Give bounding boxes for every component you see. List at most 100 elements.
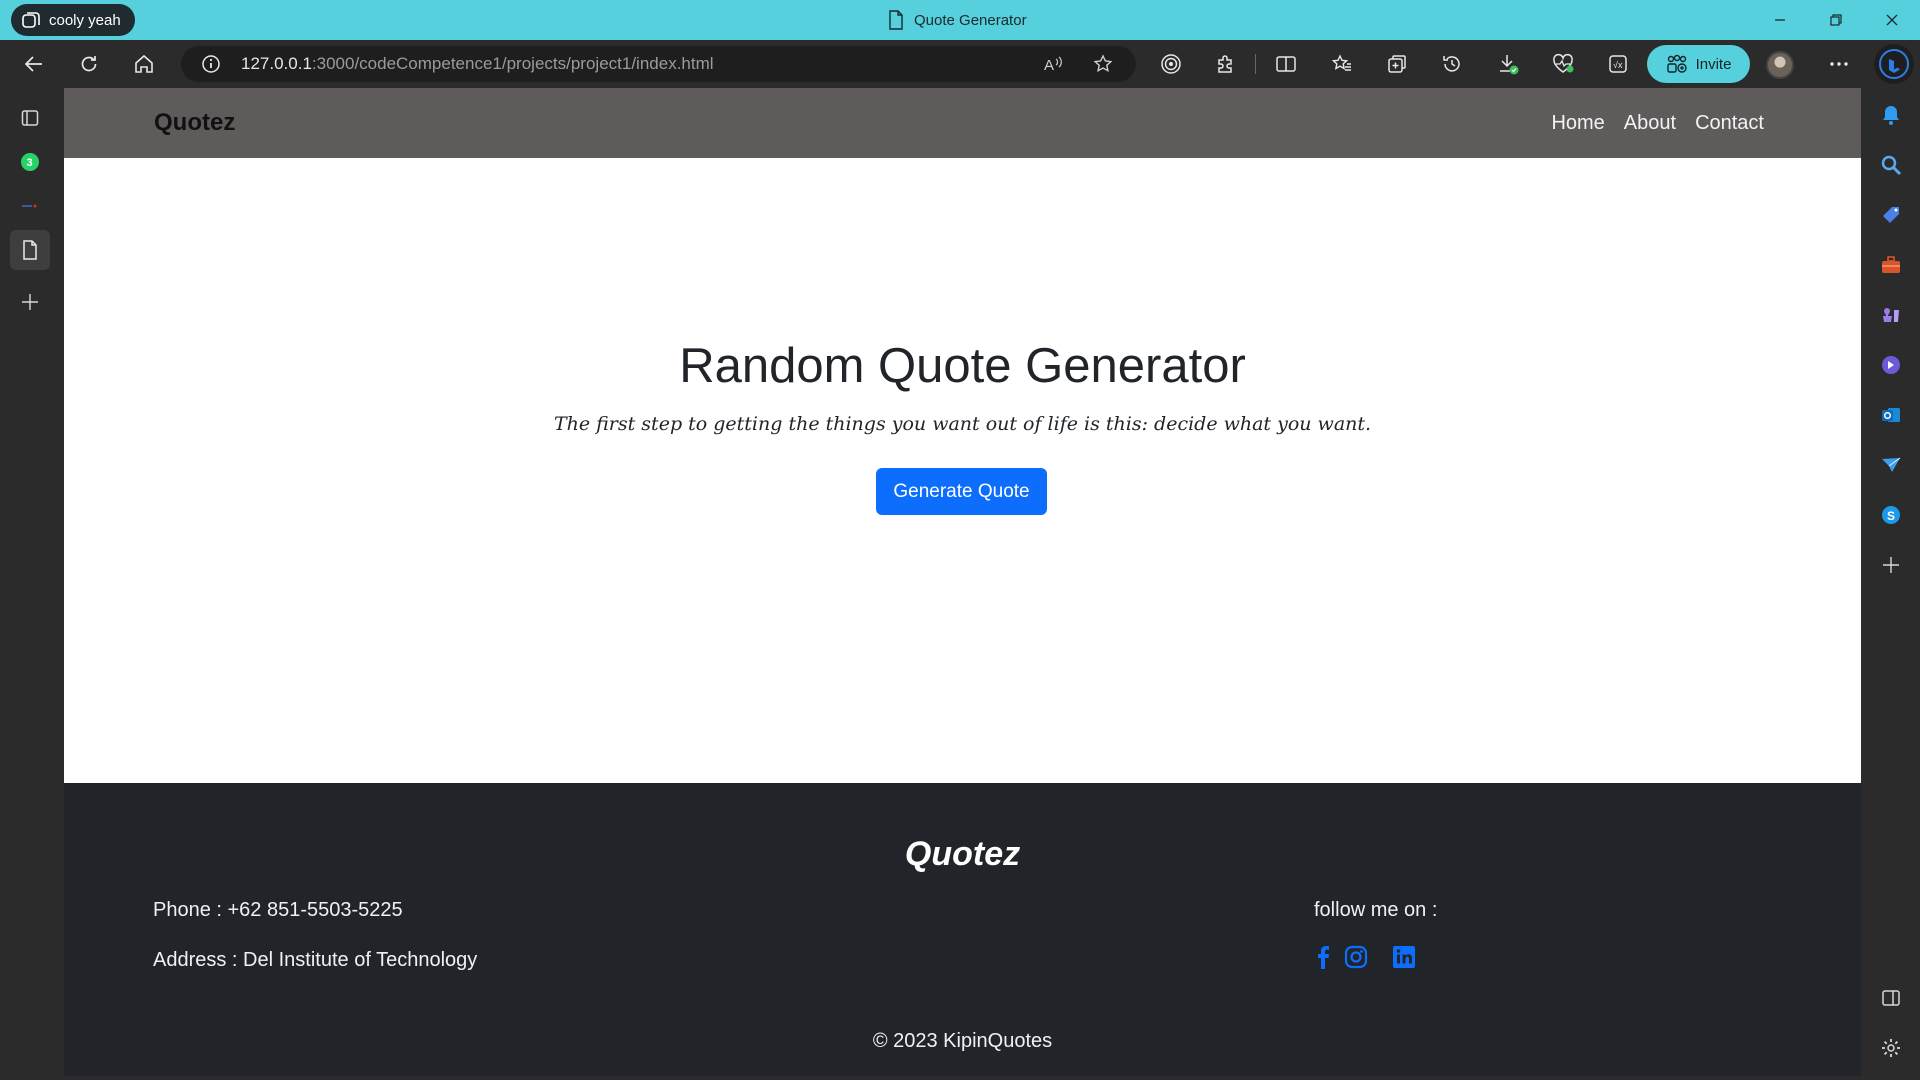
restore-button[interactable] <box>1808 0 1864 40</box>
favorite-star-icon[interactable] <box>1093 54 1113 74</box>
copilot-icon <box>1882 356 1900 374</box>
facebook-icon[interactable] <box>1316 945 1330 969</box>
shopping-button[interactable] <box>1874 198 1908 232</box>
sidebar-panel-icon <box>1882 990 1900 1006</box>
downloads-button[interactable] <box>1492 48 1524 80</box>
tools-button[interactable] <box>1874 248 1908 282</box>
edge-sidebar: S <box>1861 88 1920 1080</box>
quote-text: The first step to getting the things you… <box>553 413 1372 435</box>
window-title-text: Quote Generator <box>914 11 1027 29</box>
puzzle-icon <box>1218 55 1232 73</box>
outlook-button[interactable] <box>1874 398 1908 432</box>
math-solver-button[interactable]: √x <box>1602 48 1634 80</box>
whatsapp-icon: 3 <box>21 153 39 171</box>
skype-button[interactable]: S <box>1874 498 1908 532</box>
tag-icon <box>1883 207 1899 223</box>
page-icon <box>888 10 904 30</box>
minimize-button[interactable] <box>1752 0 1808 40</box>
copilot-sidebar-button[interactable] <box>1874 348 1908 382</box>
search-button[interactable] <box>1874 148 1908 182</box>
instagram-icon[interactable] <box>1344 945 1368 969</box>
math-solver-icon: √x <box>1609 55 1627 73</box>
site-navbar: Quotez Home About Contact <box>64 88 1861 158</box>
svg-text:A: A <box>1044 57 1054 74</box>
site-brand[interactable]: Quotez <box>154 88 235 158</box>
site-info-icon[interactable] <box>201 54 221 74</box>
back-button[interactable] <box>18 48 50 80</box>
footer-copyright: © 2023 KipinQuotes <box>872 1030 1053 1052</box>
split-screen-icon <box>1276 56 1296 72</box>
tab-actions-button[interactable] <box>10 98 50 138</box>
address-bar[interactable]: 127.0.0.1:3000/codeCompetence1/projects/… <box>181 46 1136 82</box>
invite-people-icon <box>1666 54 1688 74</box>
read-aloud-icon[interactable]: A <box>1043 54 1065 74</box>
favorites-button[interactable] <box>1326 48 1358 80</box>
chess-icon <box>1883 308 1899 322</box>
footer-address: Address : Del Institute of Technology <box>153 949 478 971</box>
favorites-list-icon <box>1331 54 1351 71</box>
page-icon <box>23 240 37 260</box>
footer-follow-label: follow me on : <box>1314 899 1438 921</box>
workspaces-icon <box>21 10 41 30</box>
history-button[interactable] <box>1436 48 1468 80</box>
sidebar-settings-button[interactable] <box>1874 1031 1908 1065</box>
gear-icon <box>1882 1039 1900 1057</box>
back-arrow-icon <box>24 56 42 72</box>
browser-toolbar: 127.0.0.1:3000/codeCompetence1/projects/… <box>0 40 1920 88</box>
account-avatar[interactable] <box>1766 51 1794 79</box>
bell-icon <box>1883 106 1899 125</box>
invite-label: Invite <box>1695 55 1732 73</box>
settings-more-button[interactable] <box>1823 48 1855 80</box>
home-icon <box>135 54 153 73</box>
bing-icon <box>1879 49 1909 79</box>
refresh-icon <box>81 56 97 72</box>
download-icon <box>1500 55 1519 75</box>
toolbar-divider <box>1255 54 1256 74</box>
tab-whatsapp[interactable]: 3 <box>10 142 50 182</box>
notifications-button[interactable] <box>1874 98 1908 132</box>
refresh-button[interactable] <box>73 48 105 80</box>
url-text: 127.0.0.1:3000/codeCompetence1/projects/… <box>241 46 714 82</box>
games-button[interactable] <box>1874 298 1908 332</box>
history-icon <box>1443 56 1460 72</box>
whatsapp-badge: 3 <box>27 157 33 169</box>
svg-text:√x: √x <box>1613 60 1623 70</box>
send-button[interactable] <box>1874 448 1908 482</box>
close-icon <box>1886 14 1898 26</box>
minimize-icon <box>1775 19 1785 21</box>
tab-actions-icon <box>21 110 39 126</box>
window-controls <box>1752 0 1920 40</box>
tab-favicon-icon <box>22 204 37 208</box>
footer-brand: Quotez <box>904 835 1021 873</box>
home-button[interactable] <box>128 48 160 80</box>
profile-button[interactable]: cooly yeah <box>11 4 135 36</box>
profile-name: cooly yeah <box>49 11 121 29</box>
new-tab-button[interactable] <box>10 282 50 322</box>
plus-icon <box>22 294 38 310</box>
social-links <box>1316 945 1416 969</box>
invite-button[interactable]: Invite <box>1647 45 1750 83</box>
site-footer: Quotez Phone : +62 851-5503-5225 Address… <box>64 783 1861 1076</box>
nav-home-link[interactable]: Home <box>1551 112 1604 135</box>
tracking-button[interactable] <box>1155 48 1187 80</box>
extensions-button[interactable] <box>1210 48 1242 80</box>
tab-minimized[interactable] <box>10 186 50 226</box>
toolbox-icon <box>1882 256 1900 273</box>
tab-quote-generator[interactable] <box>10 230 50 270</box>
hide-sidebar-button[interactable] <box>1874 981 1908 1015</box>
skype-icon: S <box>1882 506 1900 524</box>
add-sidebar-app-button[interactable] <box>1874 548 1908 582</box>
url-path: :3000/codeCompetence1/projects/project1/… <box>311 54 714 73</box>
nav-about-link[interactable]: About <box>1624 112 1676 135</box>
performance-button[interactable] <box>1547 48 1579 80</box>
collections-button[interactable] <box>1381 48 1413 80</box>
copilot-button[interactable] <box>1874 44 1914 84</box>
split-screen-button[interactable] <box>1270 48 1302 80</box>
title-bar: cooly yeah Quote Generator <box>0 0 1920 40</box>
svg-text:S: S <box>1887 509 1895 523</box>
close-button[interactable] <box>1864 0 1920 40</box>
linkedin-icon[interactable] <box>1392 945 1416 969</box>
heart-pulse-icon <box>1553 53 1574 73</box>
generate-quote-button[interactable]: Generate Quote <box>876 468 1047 515</box>
nav-contact-link[interactable]: Contact <box>1695 112 1764 135</box>
